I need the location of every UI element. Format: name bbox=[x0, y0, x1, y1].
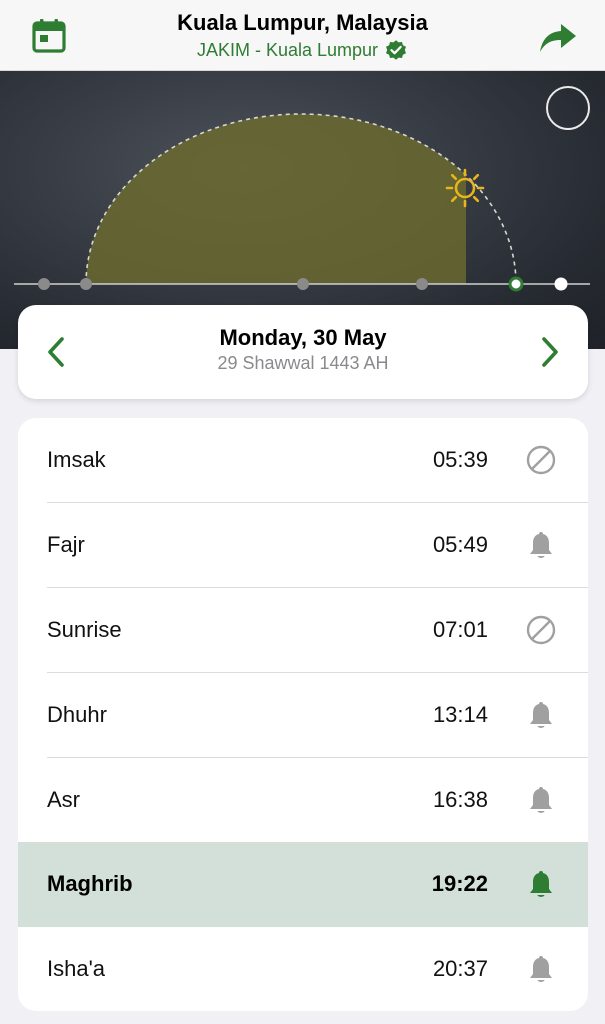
header-bar: Kuala Lumpur, Malaysia JAKIM - Kuala Lum… bbox=[0, 0, 605, 71]
bell-icon[interactable] bbox=[525, 868, 557, 900]
bell-icon[interactable] bbox=[525, 529, 557, 561]
gregorian-date: Monday, 30 May bbox=[219, 325, 387, 350]
prayer-row-isha[interactable]: Isha'a 20:37 bbox=[18, 927, 588, 1011]
prayer-name: Asr bbox=[47, 787, 80, 812]
timeline-dot-dhuhr bbox=[297, 278, 309, 290]
calculation-source[interactable]: JAKIM - Kuala Lumpur bbox=[0, 38, 605, 62]
moon-phase-icon[interactable] bbox=[546, 86, 590, 130]
prayer-time: 16:38 bbox=[432, 787, 488, 812]
hijri-date: 29 Shawwal 1443 AH bbox=[217, 353, 389, 373]
timeline-dot-maghrib bbox=[508, 276, 524, 292]
prayer-row-dhuhr[interactable]: Dhuhr 13:14 bbox=[18, 673, 588, 758]
prayer-time: 13:14 bbox=[432, 702, 488, 727]
prayer-time: 05:39 bbox=[432, 447, 488, 472]
prayer-name: Sunrise bbox=[47, 617, 122, 642]
prayer-row-maghrib[interactable]: Maghrib 19:22 bbox=[18, 842, 588, 927]
prayer-row-sunrise[interactable]: Sunrise 07:01 bbox=[18, 588, 588, 673]
alarm-off-icon[interactable] bbox=[525, 444, 557, 476]
prayer-name: Fajr bbox=[47, 532, 85, 557]
prayer-time: 07:01 bbox=[432, 617, 488, 642]
timeline-dot-asr bbox=[416, 278, 428, 290]
next-day-button[interactable] bbox=[534, 333, 564, 371]
prayer-name: Dhuhr bbox=[47, 702, 107, 727]
prayer-row-asr[interactable]: Asr 16:38 bbox=[18, 758, 588, 843]
timeline-dot-imsak bbox=[38, 278, 50, 290]
prayer-times-list: Imsak 05:39 Fajr 05:49 Sunrise 07:01 Dhu… bbox=[18, 418, 588, 1011]
share-arrow-icon[interactable] bbox=[537, 20, 579, 56]
prayer-name: Maghrib bbox=[47, 871, 133, 896]
prayer-time: 20:37 bbox=[432, 956, 488, 981]
bell-icon[interactable] bbox=[525, 699, 557, 731]
bell-icon[interactable] bbox=[525, 784, 557, 816]
timeline-dot-sunrise bbox=[80, 278, 92, 290]
date-navigator: Monday, 30 May 29 Shawwal 1443 AH bbox=[18, 305, 588, 399]
prayer-time: 19:22 bbox=[431, 871, 488, 896]
prayer-row-fajr[interactable]: Fajr 05:49 bbox=[18, 503, 588, 588]
prayer-name: Imsak bbox=[47, 447, 106, 472]
prayer-name: Isha'a bbox=[47, 956, 106, 981]
verified-badge-icon bbox=[386, 40, 407, 60]
prayer-row-imsak[interactable]: Imsak 05:39 bbox=[18, 418, 588, 503]
alarm-off-icon[interactable] bbox=[525, 614, 557, 646]
location-title: Kuala Lumpur, Malaysia bbox=[177, 10, 428, 35]
bell-icon[interactable] bbox=[525, 953, 557, 985]
prayer-time: 05:49 bbox=[432, 532, 488, 557]
timeline-dot-isha bbox=[554, 277, 568, 291]
calculation-source-label: JAKIM - Kuala Lumpur bbox=[196, 39, 379, 60]
